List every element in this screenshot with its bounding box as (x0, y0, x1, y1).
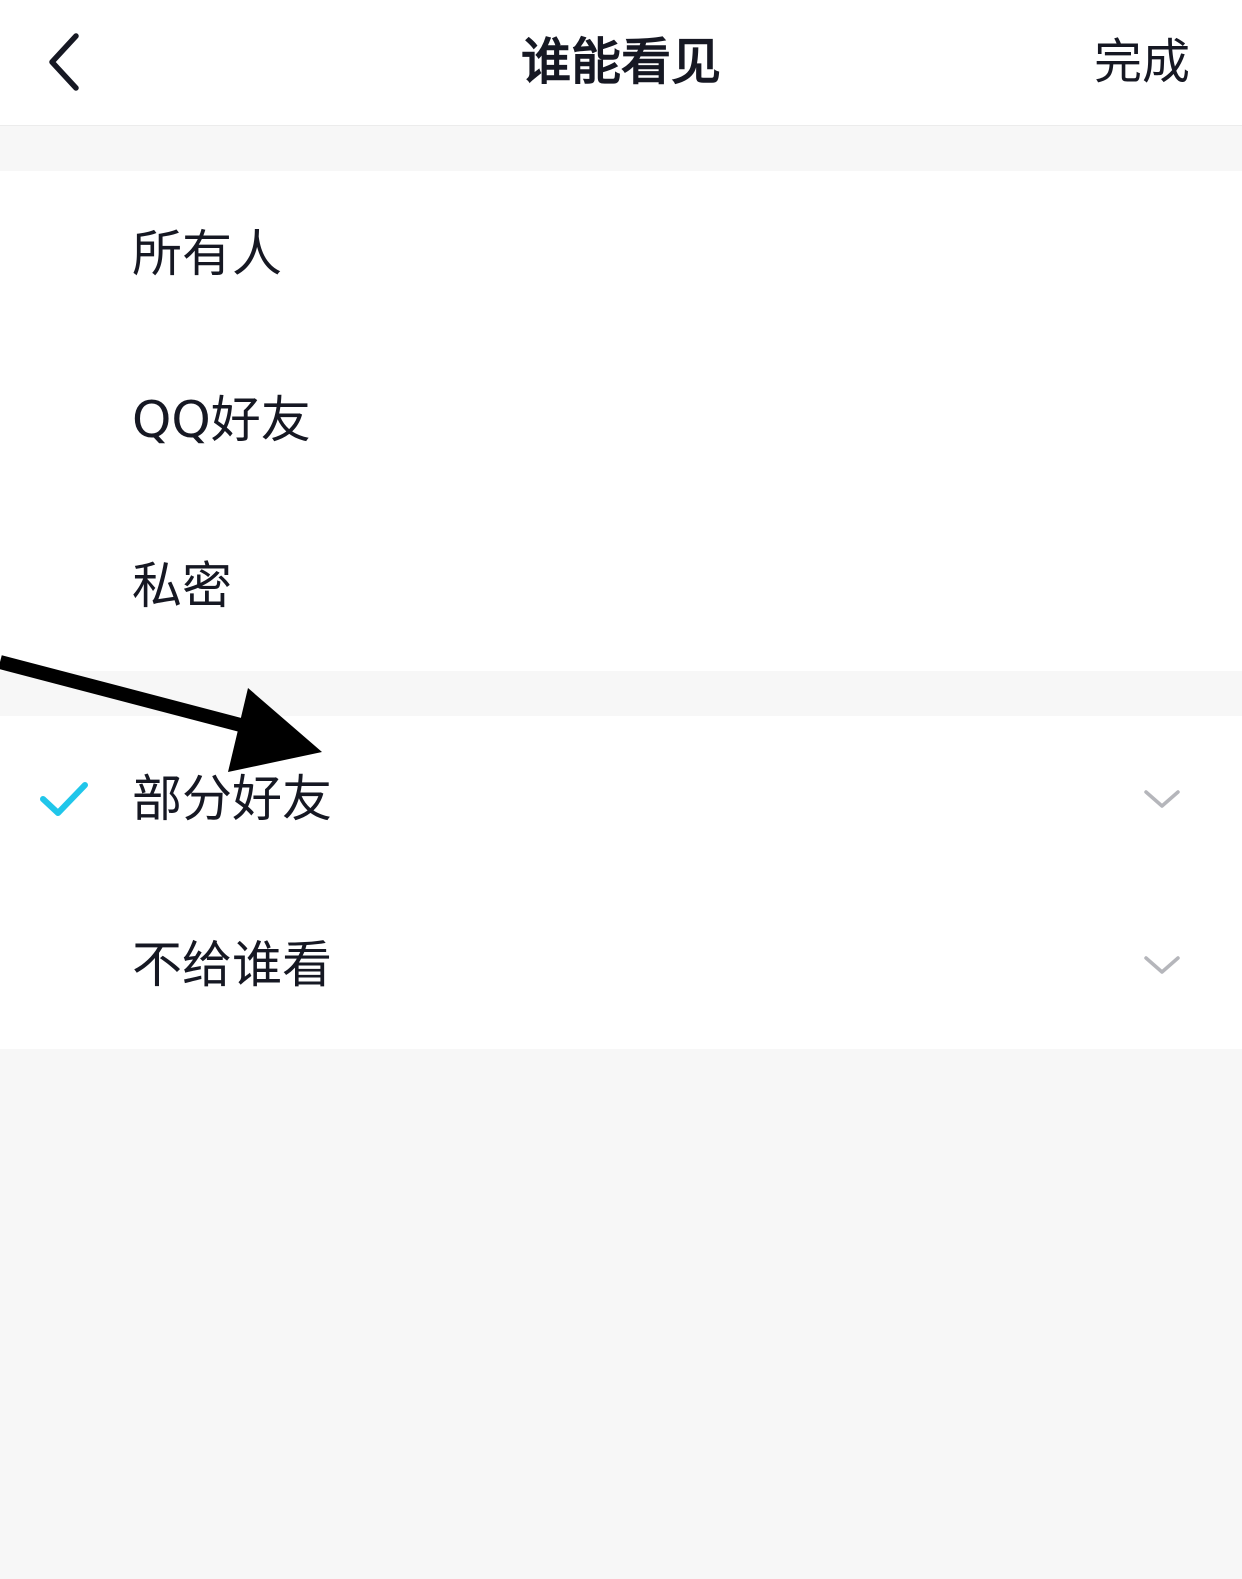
back-button[interactable] (34, 22, 104, 102)
chevron-down-icon[interactable] (1142, 787, 1182, 811)
option-label: QQ好友 (132, 391, 311, 449)
option-label: 部分好友 (132, 770, 332, 828)
option-label: 不给谁看 (132, 936, 332, 994)
chevron-left-icon (49, 33, 79, 91)
option-some-friends[interactable]: 部分好友 (0, 716, 1242, 882)
friend-options-group: 部分好友 不给谁看 (0, 716, 1242, 1049)
done-button[interactable]: 完成 (1094, 30, 1190, 94)
option-hide-from[interactable]: 不给谁看 (0, 882, 1242, 1048)
visibility-settings-page: 谁能看见 完成 所有人 QQ好友 私密 部分好友 不给谁看 (0, 0, 1242, 1579)
chevron-down-icon[interactable] (1142, 953, 1182, 977)
nav-bar: 谁能看见 完成 (0, 0, 1242, 126)
page-title: 谁能看见 (521, 33, 721, 91)
option-everyone[interactable]: 所有人 (0, 171, 1242, 337)
option-private[interactable]: 私密 (0, 503, 1242, 669)
option-qq-friends[interactable]: QQ好友 (0, 337, 1242, 503)
visibility-options-group: 所有人 QQ好友 私密 (0, 171, 1242, 671)
checkmark-icon (40, 782, 88, 816)
option-label: 所有人 (132, 225, 282, 283)
option-label: 私密 (132, 557, 232, 615)
